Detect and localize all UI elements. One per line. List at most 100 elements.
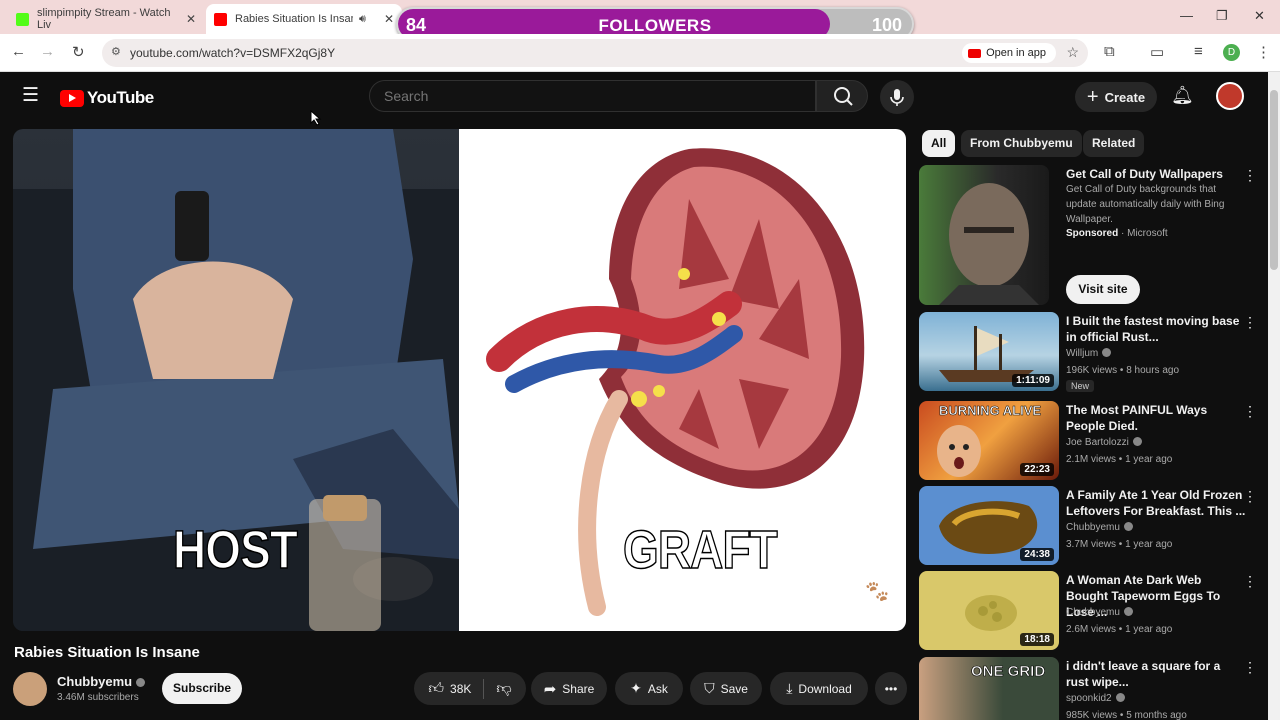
like-dislike-group: 👍︎ 38K 👎︎ xyxy=(414,672,526,705)
youtube-play-icon xyxy=(60,89,84,107)
more-options-icon[interactable]: ⋮ xyxy=(1243,488,1257,505)
video-title[interactable]: i didn't leave a square for a rust wipe.… xyxy=(1066,658,1246,690)
tab-kick-stream[interactable]: slimpimpity Stream - Watch Liv ✕ xyxy=(8,4,204,34)
media-controls-icon[interactable]: ≡ xyxy=(1194,43,1203,60)
channel-name[interactable]: spoonkid2 xyxy=(1066,693,1125,704)
bookmark-star-icon[interactable]: ☆ xyxy=(1066,44,1079,61)
video-thumbnail[interactable]: 18:18 xyxy=(919,571,1059,650)
scrollbar-thumb[interactable] xyxy=(1270,90,1278,270)
more-options-icon[interactable]: ⋮ xyxy=(1243,403,1257,420)
voice-search-button[interactable] xyxy=(880,80,914,114)
more-options-icon[interactable]: ⋮ xyxy=(1243,573,1257,590)
more-options-icon[interactable]: ⋮ xyxy=(1243,167,1257,184)
video-thumbnail[interactable]: ONE GRID xyxy=(919,657,1059,720)
channel-avatar[interactable] xyxy=(13,672,47,706)
related-video[interactable]: 24:38 A Family Ate 1 Year Old Frozen Lef… xyxy=(919,486,1267,565)
channel-name[interactable]: Joe Bartolozzi xyxy=(1066,437,1142,448)
like-count: 38K xyxy=(450,681,472,696)
share-button[interactable]: ➦ Share xyxy=(531,672,607,705)
window-close-icon[interactable]: ✕ xyxy=(1254,8,1265,24)
video-title[interactable]: The Most PAINFUL Ways People Died. xyxy=(1066,402,1246,434)
close-icon[interactable]: ✕ xyxy=(384,12,394,26)
ask-button[interactable]: ✦ Ask xyxy=(615,672,683,705)
channel-name[interactable]: Chubbyemu xyxy=(1066,607,1133,618)
minimize-icon[interactable]: — xyxy=(1180,8,1193,23)
forward-icon[interactable]: → xyxy=(40,43,55,60)
channel-name[interactable]: Willjum xyxy=(1066,348,1112,359)
caption-host: HOST xyxy=(172,519,298,581)
video-thumbnail[interactable]: BURNING ALIVE 22:23 xyxy=(919,401,1059,480)
visit-site-button[interactable]: Visit site xyxy=(1066,275,1140,304)
youtube-logo[interactable]: YouTube xyxy=(60,88,154,108)
verified-icon xyxy=(1123,522,1133,531)
verified-icon xyxy=(1115,693,1125,702)
advertiser-name: Microsoft xyxy=(1127,228,1168,239)
download-icon: ⤓ xyxy=(786,680,793,696)
video-frame-graft: GRAFT 🐾︎ xyxy=(459,129,906,631)
user-avatar[interactable] xyxy=(1216,82,1244,110)
more-actions-button[interactable]: ••• xyxy=(875,672,907,705)
related-video[interactable]: BURNING ALIVE 22:23 The Most PAINFUL Way… xyxy=(919,401,1267,480)
chip-related[interactable]: Related xyxy=(1083,130,1145,157)
search-input[interactable] xyxy=(369,80,816,112)
video-meta: 3.7M views • 1 year ago xyxy=(1066,539,1173,550)
verified-icon xyxy=(136,678,146,687)
maximize-icon[interactable]: ❐ xyxy=(1216,8,1228,24)
video-duration: 1:11:09 xyxy=(1012,374,1054,387)
back-icon[interactable]: ← xyxy=(11,43,26,60)
menu-dots-icon[interactable]: ⋮ xyxy=(1256,43,1271,61)
more-options-icon[interactable]: ⋮ xyxy=(1243,314,1257,331)
related-video[interactable]: 1:11:09 I Built the fastest moving base … xyxy=(919,312,1267,392)
chip-all[interactable]: All xyxy=(922,130,956,157)
ask-label: Ask xyxy=(647,681,668,696)
create-button[interactable]: + Create xyxy=(1075,82,1157,112)
open-in-app-label: Open in app xyxy=(986,47,1046,59)
reload-icon[interactable]: ↻ xyxy=(72,43,85,61)
sponsored-ad[interactable]: Get Call of Duty Wallpapers Get Call of … xyxy=(919,165,1267,305)
hamburger-menu-icon[interactable]: ☰ xyxy=(22,84,39,107)
plus-icon: + xyxy=(1086,85,1099,108)
channel-watermark-icon: 🐾︎ xyxy=(863,579,891,604)
profile-avatar[interactable]: D xyxy=(1223,44,1240,61)
video-meta: 2.1M views • 1 year ago xyxy=(1066,454,1173,465)
browser-toolbar: ← → ↻ ⚙ youtube.com/watch?v=DSMFX2qGj8Y … xyxy=(0,34,1280,72)
mouse-cursor-icon xyxy=(310,110,322,126)
youtube-icon xyxy=(968,48,982,58)
ad-thumbnail[interactable] xyxy=(919,165,1049,305)
channel-name-text: spoonkid2 xyxy=(1066,693,1112,704)
related-video[interactable]: ONE GRID i didn't leave a square for a r… xyxy=(919,657,1267,720)
video-frame-host: HOST xyxy=(13,129,459,631)
channel-name-text: Chubbyemu xyxy=(1066,522,1120,533)
site-info-icon[interactable]: ⚙ xyxy=(111,45,121,58)
download-button[interactable]: ⤓ Download xyxy=(770,672,868,705)
chip-from-channel[interactable]: From Chubbyemu xyxy=(961,130,1082,157)
open-in-app-button[interactable]: Open in app xyxy=(962,43,1056,63)
channel-name[interactable]: Chubbyemu xyxy=(1066,522,1133,533)
speaker-icon[interactable]: 🔊︎ xyxy=(359,13,366,26)
save-button[interactable]: ⛉ Save xyxy=(690,672,762,705)
video-duration: 22:23 xyxy=(1020,463,1054,476)
extensions-icon[interactable]: ⧉ xyxy=(1104,43,1115,60)
channel-name[interactable]: Chubbyemu xyxy=(57,674,146,689)
follower-goal: 100 xyxy=(871,15,902,35)
like-button[interactable]: 👍︎ 38K xyxy=(428,680,471,698)
ad-sponsor-line: Sponsored · Microsoft xyxy=(1066,228,1168,239)
notifications-bell-icon[interactable]: 🔔︎ xyxy=(1171,85,1194,106)
cast-icon[interactable]: ▭ xyxy=(1150,43,1164,61)
search-button[interactable] xyxy=(816,80,868,112)
ad-title[interactable]: Get Call of Duty Wallpapers xyxy=(1066,166,1246,182)
video-thumbnail[interactable]: 1:11:09 xyxy=(919,312,1059,391)
more-options-icon[interactable]: ⋮ xyxy=(1243,659,1257,676)
video-player[interactable]: HOST GRAFT 🐾︎ xyxy=(13,129,906,631)
dislike-button[interactable]: 👎︎ xyxy=(496,680,511,698)
channel-name-text: Chubbyemu xyxy=(1066,607,1120,618)
youtube-header: ☰ YouTube + Create 🔔︎ xyxy=(0,72,1268,122)
address-bar[interactable]: ⚙ youtube.com/watch?v=DSMFX2qGj8Y Open i… xyxy=(102,39,1088,67)
video-title[interactable]: I Built the fastest moving base in offic… xyxy=(1066,313,1246,345)
video-thumbnail[interactable]: 24:38 xyxy=(919,486,1059,565)
video-title[interactable]: A Family Ate 1 Year Old Frozen Leftovers… xyxy=(1066,487,1246,519)
related-video[interactable]: 18:18 A Woman Ate Dark Web Bought Tapewo… xyxy=(919,571,1267,650)
subscribe-button[interactable]: Subscribe xyxy=(162,673,242,704)
close-icon[interactable]: ✕ xyxy=(186,12,196,26)
tab-youtube-video[interactable]: Rabies Situation Is Insane - 🔊︎ ✕ xyxy=(206,4,402,34)
